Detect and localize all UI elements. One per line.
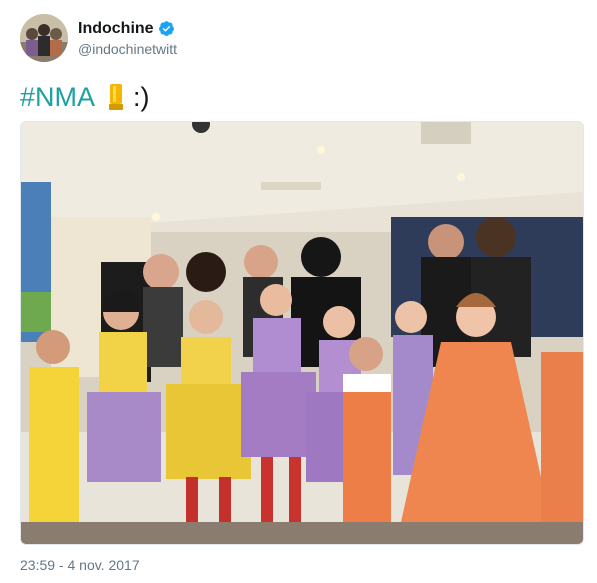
- tweet-text: #NMA :): [20, 80, 150, 114]
- tweet-header: Indochine @indochinetwitt: [20, 14, 177, 62]
- tweet-photo[interactable]: [20, 121, 584, 545]
- group-photo-image: [21, 122, 583, 544]
- display-name[interactable]: Indochine: [78, 19, 154, 39]
- handle[interactable]: @indochinetwitt: [78, 40, 177, 58]
- hashtag-link[interactable]: #NMA: [20, 80, 95, 114]
- verified-badge-icon: [158, 21, 174, 36]
- smiley-text: :): [133, 82, 150, 112]
- trophy-emoji-icon: [109, 84, 124, 110]
- avatar[interactable]: [20, 14, 68, 62]
- tweet-timestamp[interactable]: 23:59 - 4 nov. 2017: [20, 556, 140, 574]
- avatar-image: [20, 14, 68, 62]
